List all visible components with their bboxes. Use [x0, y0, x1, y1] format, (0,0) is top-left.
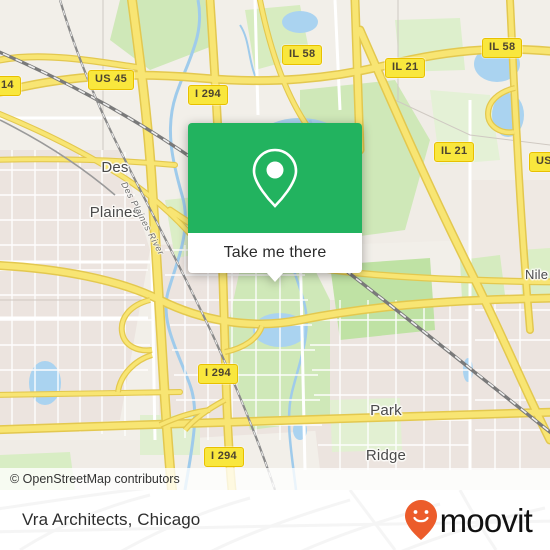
screenshot-root: Des Plaines Park Ridge Nile Des Plaines … — [0, 0, 550, 550]
highway-shield-il-58-east: IL 58 — [482, 38, 523, 58]
moovit-logo[interactable]: moovit — [404, 499, 533, 541]
map-pin-icon — [252, 148, 298, 208]
footer-bar: Vra Architects, Chicago moovit — [0, 490, 550, 550]
popup-image-panel — [188, 123, 362, 233]
highway-shield-il-21-south: IL 21 — [434, 142, 475, 162]
moovit-smiley-pin-icon — [404, 500, 437, 540]
highway-shield-i-294-mid: I 294 — [198, 364, 238, 384]
osm-attribution[interactable]: © OpenStreetMap contributors — [0, 468, 550, 490]
take-me-there-button[interactable]: Take me there — [188, 233, 362, 273]
highway-shield-us-45: US 45 — [88, 70, 135, 90]
take-me-there-label: Take me there — [223, 244, 327, 261]
highway-shield-i-294-south: I 294 — [204, 447, 244, 467]
highway-shield-il-58-west: IL 58 — [282, 45, 323, 65]
location-popup-card[interactable]: Take me there — [188, 123, 362, 282]
popup-pointer-tail — [266, 272, 284, 282]
page-title: Vra Architects, Chicago — [22, 510, 201, 529]
highway-shield-il-21-north: IL 21 — [385, 58, 426, 78]
moovit-wordmark: moovit — [439, 501, 533, 539]
highway-shield-us-east: US — [529, 152, 550, 172]
highway-shield-i-294-north: I 294 — [188, 85, 228, 105]
highway-shield-us-14: 14 — [0, 76, 21, 96]
